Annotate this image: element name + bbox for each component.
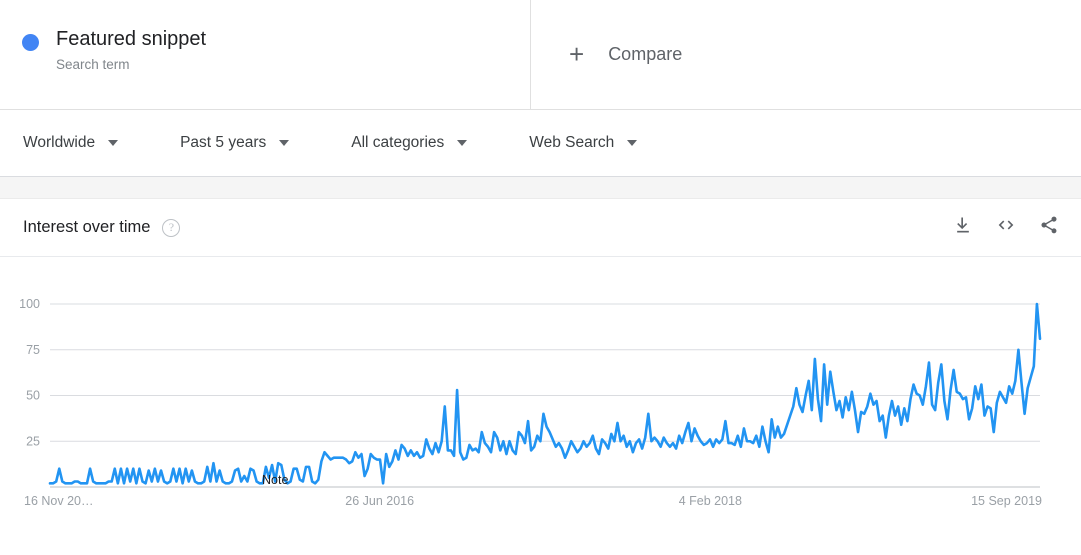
compare-button[interactable]: + Compare: [531, 0, 1081, 109]
chevron-down-icon: [627, 140, 638, 146]
plus-icon: +: [569, 38, 585, 69]
card-header: Interest over time ?: [0, 199, 1081, 257]
trend-chart[interactable]: 25 50 75 100 16 Nov 20… 26 Jun 2016 4 Feb 201…: [0, 257, 1081, 533]
download-icon[interactable]: [953, 215, 973, 240]
category-filter-label: All categories: [351, 134, 445, 151]
chevron-down-icon: [457, 140, 468, 146]
share-icon[interactable]: [1039, 215, 1059, 240]
trend-line: [48, 302, 1042, 485]
x-axis-tick-label: 15 Sep 2019: [971, 494, 1042, 508]
search-term-card[interactable]: Featured snippet Search term: [0, 0, 531, 109]
location-filter-label: Worldwide: [23, 134, 96, 151]
page-title: Interest over time: [23, 218, 151, 236]
search-type-filter-label: Web Search: [529, 134, 615, 151]
chart-x-axis-labels: 16 Nov 20… 26 Jun 2016 4 Feb 2018 15 Sep 20…: [24, 494, 1042, 508]
note-annotation[interactable]: Note: [262, 473, 288, 487]
embed-code-icon[interactable]: [995, 215, 1017, 240]
search-term-bar: Featured snippet Search term + Compare: [0, 0, 1081, 110]
series-color-dot: [22, 34, 39, 51]
compare-label: Compare: [608, 44, 683, 64]
search-type-filter[interactable]: Web Search: [529, 134, 638, 152]
y-axis-tick-label: 50: [26, 389, 40, 403]
time-range-filter-label: Past 5 years: [180, 134, 267, 151]
chevron-down-icon: [279, 140, 290, 146]
search-term-subtitle: Search term: [56, 57, 130, 72]
x-axis-tick-label: 16 Nov 20…: [24, 494, 93, 508]
chevron-down-icon: [108, 140, 119, 146]
interest-over-time-card: Interest over time ? 25 50 75 100 16 Nov 20…: [0, 199, 1081, 534]
y-axis-tick-label: 75: [26, 343, 40, 357]
section-separator: [0, 177, 1081, 199]
card-actions: [953, 215, 1059, 240]
chart-y-axis-labels: 25 50 75 100: [19, 297, 40, 448]
y-axis-tick-label: 25: [26, 434, 40, 448]
location-filter[interactable]: Worldwide: [23, 134, 119, 152]
category-filter[interactable]: All categories: [351, 134, 468, 152]
search-term-title: Featured snippet: [56, 28, 207, 50]
x-axis-tick-label: 4 Feb 2018: [679, 494, 742, 508]
y-axis-tick-label: 100: [19, 297, 40, 311]
time-range-filter[interactable]: Past 5 years: [180, 134, 290, 152]
filter-bar: Worldwide Past 5 years All categories We…: [0, 110, 1081, 177]
help-icon[interactable]: ?: [162, 218, 181, 237]
x-axis-tick-label: 26 Jun 2016: [345, 494, 414, 508]
chart-svg: 25 50 75 100 16 Nov 20… 26 Jun 2016 4 Feb 201…: [19, 297, 1042, 508]
